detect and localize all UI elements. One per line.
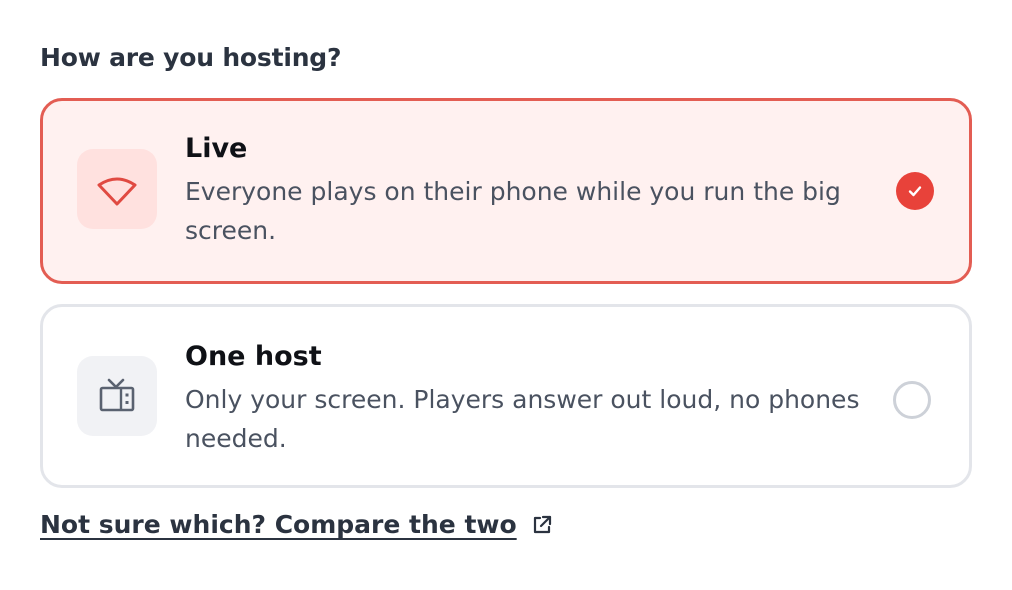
option-live-card[interactable]: Live Everyone plays on their phone while… [40,98,972,284]
option-live-title: Live [185,133,248,164]
checkmark-icon [908,186,922,197]
option-one-host-description: Only your screen. Players answer out lou… [185,385,860,453]
external-link-icon[interactable] [531,514,553,536]
question-heading: How are you hosting? [40,43,342,72]
option-one-host-card[interactable]: One host Only your screen. Players answe… [40,304,972,488]
compare-link[interactable]: Not sure which? Compare the two [40,510,553,539]
option-one-host-title: One host [185,341,322,372]
option-one-host-icon-tile [77,356,157,436]
tv-icon [99,378,135,412]
compare-link-label[interactable]: Not sure which? Compare the two [40,510,517,539]
option-live-icon-tile [77,149,157,229]
option-one-host-radio-unchecked[interactable] [893,381,931,419]
wifi-icon [97,177,137,206]
hosting-mode-picker: How are you hosting? Live Everyone plays… [0,0,1012,590]
option-live-description: Everyone plays on their phone while you … [185,177,841,245]
option-live-radio-checked[interactable] [896,172,934,210]
